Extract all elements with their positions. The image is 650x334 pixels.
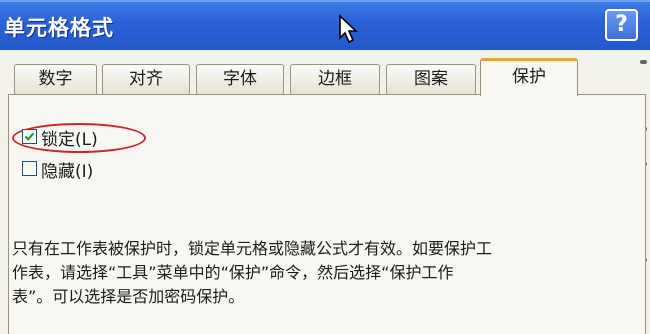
lock-checkbox[interactable] bbox=[22, 129, 37, 144]
lock-label: 锁定(L) bbox=[41, 130, 98, 150]
tab-font[interactable]: 字体 bbox=[196, 64, 284, 94]
protection-panel: 锁定(L) 隐藏(I) 只有在工作表被保护时，锁定单元格或隐藏公式才有效。如要保… bbox=[9, 95, 645, 324]
dialog-title: 单元格格式 bbox=[4, 16, 114, 40]
hide-checkbox[interactable] bbox=[22, 161, 37, 176]
note-line-2: 作表，请选择“工具”菜单中的“保护”命令，然后选择“保护工作 bbox=[12, 263, 454, 282]
tab-patterns[interactable]: 图案 bbox=[386, 64, 476, 94]
note-line-3: 表”。可以选择是否加密码保护。 bbox=[12, 287, 245, 306]
mouse-cursor-icon bbox=[339, 14, 359, 44]
help-button[interactable]: ? bbox=[605, 9, 638, 41]
tab-border[interactable]: 边框 bbox=[290, 64, 380, 94]
tab-protection[interactable]: 保护 bbox=[480, 58, 578, 96]
tab-alignment[interactable]: 对齐 bbox=[102, 64, 190, 94]
hide-label: 隐藏(I) bbox=[41, 162, 94, 182]
note-line-1: 只有在工作表被保护时，锁定单元格或隐藏公式才有效。如要保护工 bbox=[12, 239, 493, 258]
tab-number[interactable]: 数字 bbox=[14, 64, 97, 94]
edge-mark bbox=[640, 60, 647, 64]
checkmark-icon bbox=[24, 132, 35, 141]
title-bar: 单元格格式 ? bbox=[0, 0, 650, 50]
